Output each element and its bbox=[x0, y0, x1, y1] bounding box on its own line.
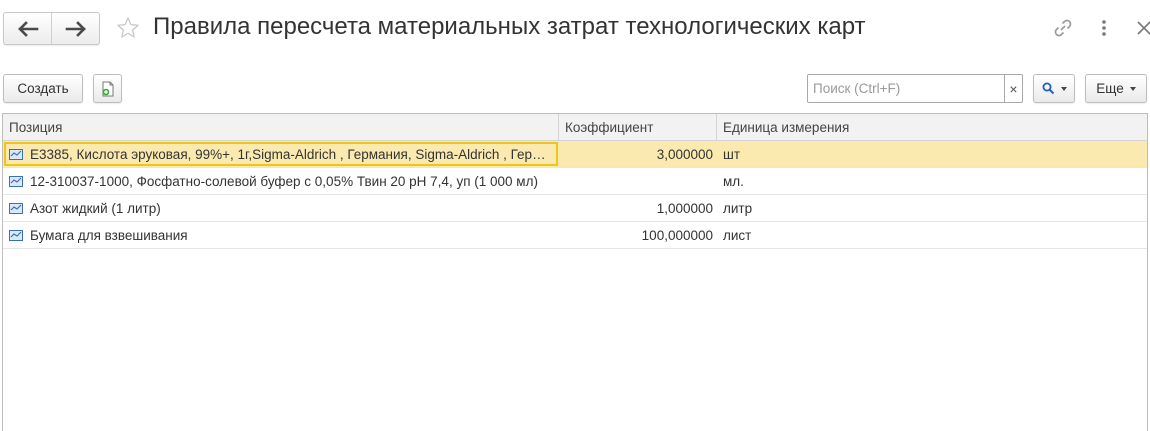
close-button[interactable] bbox=[1133, 17, 1150, 39]
back-button[interactable] bbox=[4, 13, 51, 44]
table-row[interactable]: E3385, Кислота эруковая, 99%+, 1г,Sigma-… bbox=[3, 141, 1147, 168]
kebab-menu-icon bbox=[1102, 20, 1106, 36]
catalog-item-icon bbox=[9, 202, 23, 214]
more-actions-button[interactable] bbox=[1093, 17, 1115, 39]
column-header-unit[interactable]: Единица измерения bbox=[717, 114, 1147, 140]
position-text: Бумага для взвешивания bbox=[30, 227, 188, 243]
magnifier-icon bbox=[1042, 82, 1054, 95]
chevron-down-icon bbox=[1060, 86, 1067, 91]
unit-cell[interactable]: литр bbox=[717, 195, 1147, 221]
column-header-coefficient[interactable]: Коэффициент bbox=[559, 114, 717, 140]
position-text: Азот жидкий (1 литр) bbox=[30, 200, 161, 216]
catalog-item-icon bbox=[9, 229, 23, 241]
command-bar: Создать × Еще bbox=[0, 74, 1150, 104]
coefficient-cell[interactable]: 1,000000 bbox=[559, 195, 717, 221]
position-cell[interactable]: Бумага для взвешивания bbox=[3, 222, 559, 248]
arrow-right-icon bbox=[65, 20, 86, 37]
unit-cell[interactable]: лист bbox=[717, 222, 1147, 248]
position-text: 12-310037-1000, Фосфатно-солевой буфер с… bbox=[30, 173, 538, 189]
more-button[interactable]: Еще bbox=[1085, 74, 1147, 103]
navigation-buttons bbox=[3, 12, 100, 45]
position-text: E3385, Кислота эруковая, 99%+, 1г,Sigma-… bbox=[30, 146, 559, 162]
star-icon bbox=[117, 17, 139, 38]
table-row[interactable]: Азот жидкий (1 литр) 1,000000 литр bbox=[3, 195, 1147, 222]
search-field: × bbox=[807, 74, 1023, 103]
document-plus-icon bbox=[102, 81, 113, 96]
chevron-down-icon bbox=[1129, 86, 1136, 91]
search-input[interactable] bbox=[808, 75, 1004, 102]
arrow-left-icon bbox=[17, 20, 38, 37]
search-options-button[interactable] bbox=[1033, 74, 1075, 103]
create-button-label: Создать bbox=[17, 81, 69, 96]
coefficient-cell[interactable]: 100,000000 bbox=[559, 222, 717, 248]
clear-search-button[interactable]: × bbox=[1004, 75, 1022, 102]
catalog-item-icon bbox=[9, 175, 23, 187]
position-cell[interactable]: E3385, Кислота эруковая, 99%+, 1г,Sigma-… bbox=[3, 141, 559, 167]
more-button-label: Еще bbox=[1096, 81, 1124, 96]
unit-cell[interactable]: шт bbox=[717, 141, 1147, 167]
page-title: Правила пересчета материальных затрат те… bbox=[153, 13, 866, 40]
table-row[interactable]: Бумага для взвешивания 100,000000 лист bbox=[3, 222, 1147, 249]
table-row[interactable]: 12-310037-1000, Фосфатно-солевой буфер с… bbox=[3, 168, 1147, 195]
link-icon bbox=[1054, 19, 1072, 37]
rules-table: Позиция Коэффициент Единица измерения E3… bbox=[2, 113, 1148, 431]
catalog-item-icon bbox=[9, 148, 23, 160]
close-icon bbox=[1137, 21, 1150, 35]
coefficient-cell[interactable]: 3,000000 bbox=[559, 141, 717, 167]
unit-cell[interactable]: мл. bbox=[717, 168, 1147, 194]
table-header: Позиция Коэффициент Единица измерения bbox=[3, 114, 1147, 141]
column-header-position[interactable]: Позиция bbox=[3, 114, 559, 140]
coefficient-cell[interactable] bbox=[559, 168, 717, 194]
position-cell[interactable]: 12-310037-1000, Фосфатно-солевой буфер с… bbox=[3, 168, 559, 194]
copy-document-button[interactable] bbox=[93, 74, 122, 103]
create-button[interactable]: Создать bbox=[3, 74, 83, 103]
link-button[interactable] bbox=[1052, 17, 1074, 39]
title-bar: Правила пересчета материальных затрат те… bbox=[0, 0, 1150, 58]
position-cell[interactable]: Азот жидкий (1 литр) bbox=[3, 195, 559, 221]
clear-icon: × bbox=[1009, 80, 1018, 97]
favorite-button[interactable] bbox=[116, 16, 140, 40]
forward-button[interactable] bbox=[51, 13, 99, 44]
